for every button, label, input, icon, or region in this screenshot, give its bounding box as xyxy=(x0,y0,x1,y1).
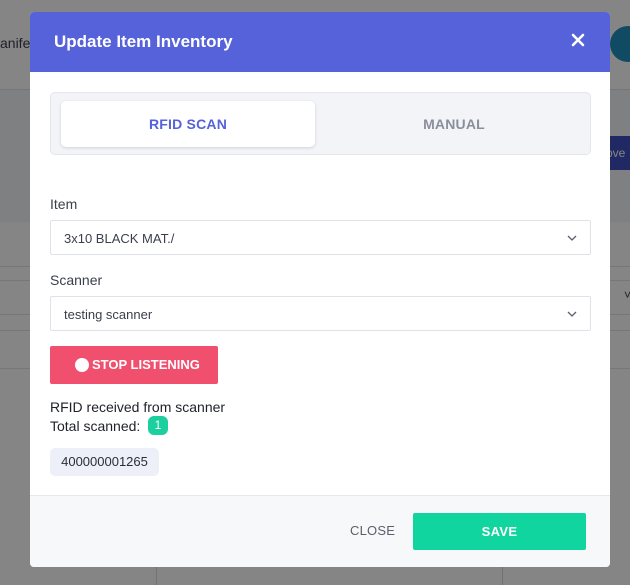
rfid-received-text: RFID received from scanner xyxy=(50,399,226,415)
scanner-label: Scanner xyxy=(50,272,103,288)
close-button[interactable]: CLOSE xyxy=(350,523,395,538)
chevron-down-icon xyxy=(567,311,577,317)
modal-footer: CLOSE SAVE xyxy=(30,496,610,567)
scanner-select[interactable]: testing scanner xyxy=(50,296,591,331)
tab-rfid-scan[interactable]: RFID SCAN xyxy=(61,101,315,147)
scanner-select-value: testing scanner xyxy=(64,307,153,322)
modal-title: Update Item Inventory xyxy=(54,32,233,51)
stop-listening-label: STOP LISTENING xyxy=(92,357,200,372)
stop-listening-button[interactable]: STOP LISTENING xyxy=(50,346,218,384)
total-scanned-badge: 1 xyxy=(148,416,168,435)
rfid-tag: 400000001265 xyxy=(50,448,159,476)
tab-group: RFID SCAN MANUAL xyxy=(50,92,591,155)
record-dot-icon xyxy=(75,358,89,372)
close-icon[interactable] xyxy=(565,27,591,53)
chevron-down-icon xyxy=(567,235,577,241)
modal-header: Update Item Inventory xyxy=(30,12,610,72)
item-select[interactable]: 3x10 BLACK MAT./ xyxy=(50,220,591,255)
save-button[interactable]: SAVE xyxy=(413,513,586,550)
tab-manual[interactable]: MANUAL xyxy=(327,101,581,147)
total-scanned-label: Total scanned: xyxy=(50,418,141,434)
update-inventory-modal: Update Item Inventory RFID SCAN MANUAL I… xyxy=(30,12,610,567)
item-label: Item xyxy=(50,196,78,212)
item-select-value: 3x10 BLACK MAT./ xyxy=(64,231,175,246)
